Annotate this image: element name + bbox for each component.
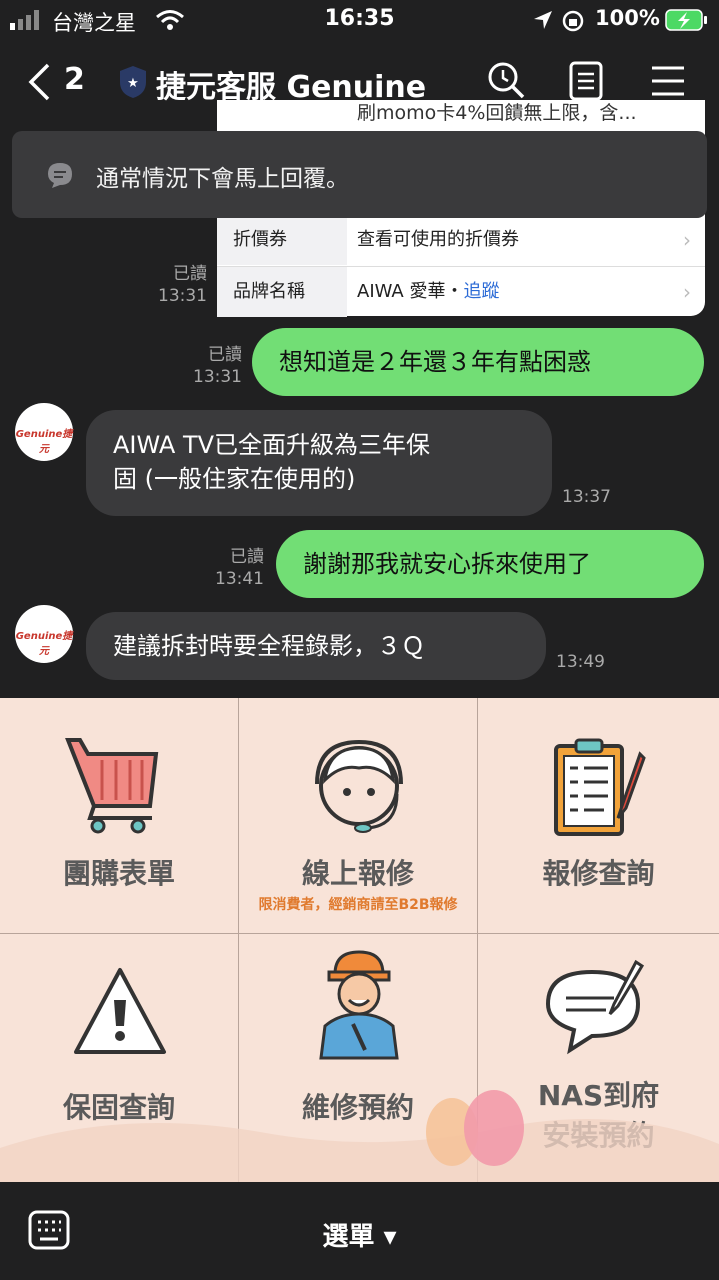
back-chevron-icon[interactable] [26, 62, 52, 102]
card-row-coupon[interactable]: 折價券 查看可使用的折價券 › [217, 214, 705, 265]
chat-bubble-icon [48, 163, 72, 188]
chevron-right-icon: › [683, 228, 691, 252]
message-meta: 已讀 13:31 [158, 264, 207, 306]
headset-agent-icon [315, 739, 403, 833]
incoming-message[interactable]: 建議拆封時要全程錄影，３Ｑ [86, 612, 546, 680]
svg-text:★: ★ [127, 76, 139, 91]
message-meta: 已讀 13:31 [193, 345, 242, 387]
warning-triangle-icon [74, 968, 166, 1054]
menu-online-repair[interactable]: 線上報修 限消費者，經銷商請至B2B報修 [239, 698, 478, 934]
avatar-logo: Genuine捷元 [15, 429, 73, 455]
hamburger-menu-icon[interactable] [650, 64, 686, 98]
rotation-lock-icon [562, 10, 584, 32]
message-meta: 已讀 13:41 [215, 547, 264, 589]
incoming-message[interactable]: AIWA TV已全面升級為三年保固 (一般住家在使用的) [86, 410, 552, 516]
avatar-logo: Genuine捷元 [15, 631, 73, 657]
follow-link[interactable]: 追蹤 [463, 281, 499, 302]
chevron-right-icon: › [683, 280, 691, 304]
unread-count[interactable]: 2 [64, 62, 85, 97]
card-row-value: 查看可使用的折價券 [357, 229, 519, 250]
outgoing-message[interactable]: 想知道是２年還３年有點困惑 [252, 328, 704, 396]
card-row-key: 折價券 [217, 215, 347, 265]
rich-menu: 團購表單 線上報修 限消費者，經銷商請至B2B報修 報修查詢 保固查詢 維修預約… [0, 698, 719, 1182]
clipboard-checklist-icon [554, 738, 646, 836]
message-time: 13:49 [556, 652, 605, 672]
notes-icon[interactable] [568, 60, 604, 102]
menu-toggle-button[interactable]: 選單 ▾ [0, 1216, 719, 1253]
menu-repair-status[interactable]: 報修查詢 [478, 698, 719, 934]
decorative-hill [0, 1090, 719, 1182]
bottom-bar: 選單 ▾ [0, 1182, 719, 1280]
message-text: 謝謝那我就安心拆來使用了 [303, 550, 591, 578]
message-text: 想知道是２年還３年有點困惑 [279, 348, 591, 376]
message-text: 建議拆封時要全程錄影，３Ｑ [113, 632, 425, 660]
menu-label: 報修查詢 [542, 857, 655, 890]
official-account-shield-icon: ★ [120, 66, 146, 98]
notice-text: 通常情況下會馬上回覆。 [96, 166, 349, 192]
card-row-value: AIWA 愛華・追蹤 [357, 281, 500, 302]
battery-percent: 100% [595, 6, 660, 30]
avatar[interactable]: Genuine捷元 [15, 403, 73, 461]
technician-icon [319, 950, 399, 1060]
shopping-cart-icon [65, 738, 159, 834]
message-text: AIWA TV已全面升級為三年保固 (一般住家在使用的) [113, 431, 431, 493]
card-row-brand[interactable]: 品牌名稱 AIWA 愛華・追蹤 › [217, 266, 705, 317]
speech-bubble-pen-icon [545, 959, 645, 1055]
menu-label: 團購表單 [62, 857, 175, 890]
search-icon[interactable] [486, 60, 526, 100]
battery-charging-icon [665, 9, 707, 31]
message-time: 13:37 [562, 487, 611, 507]
menu-group-buy[interactable]: 團購表單 [0, 698, 239, 934]
auto-reply-notice: 通常情況下會馬上回覆。 [12, 131, 707, 218]
card-peek-text: 刷momo卡4%回饋無上限，含... [357, 102, 637, 124]
status-bar: 台灣之星 16:35 100% [0, 0, 719, 40]
menu-sublabel: 限消費者，經銷商請至B2B報修 [258, 897, 458, 913]
menu-label: 線上報修 [301, 857, 414, 890]
avatar[interactable]: Genuine捷元 [15, 605, 73, 663]
outgoing-message[interactable]: 謝謝那我就安心拆來使用了 [276, 530, 704, 598]
card-row-key: 品牌名稱 [217, 267, 347, 317]
location-arrow-icon [534, 11, 552, 29]
